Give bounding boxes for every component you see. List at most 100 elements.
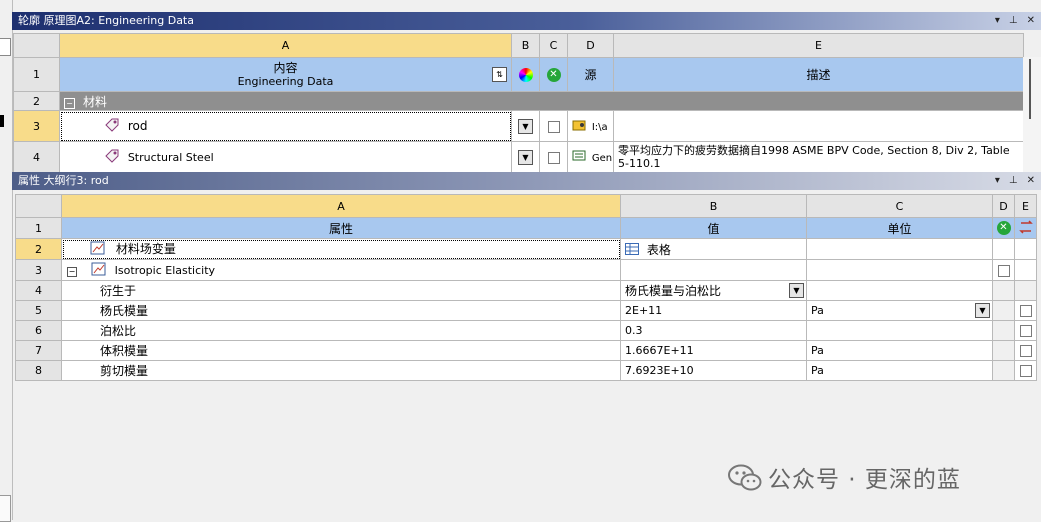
value-text: 7.6923E+10 bbox=[620, 360, 807, 381]
close-icon[interactable]: ✕ bbox=[1027, 172, 1035, 190]
e-cell bbox=[1014, 280, 1037, 301]
d-cell bbox=[992, 300, 1015, 321]
column-header-d[interactable]: D bbox=[992, 194, 1015, 218]
close-icon[interactable]: ✕ bbox=[1027, 12, 1035, 30]
property-header: 属性 bbox=[61, 217, 621, 239]
sort-icon[interactable]: ⇅ bbox=[492, 67, 507, 82]
material-tag-icon bbox=[104, 148, 120, 167]
collapse-icon[interactable]: − bbox=[64, 97, 75, 109]
property-name: 泊松比 bbox=[61, 320, 621, 341]
dropdown-arrow-icon[interactable]: ▼ bbox=[518, 149, 533, 165]
column-header-e[interactable]: E bbox=[613, 33, 1024, 58]
panel-menu-icon[interactable]: ▾ bbox=[995, 12, 1000, 30]
source-cell: Gen bbox=[567, 141, 614, 173]
pin-icon[interactable]: ⊥ bbox=[1009, 172, 1018, 190]
material-name-cell[interactable]: Structural Steel bbox=[59, 141, 512, 173]
row-number: 5 bbox=[15, 300, 62, 321]
unit-cell: Pa bbox=[806, 360, 993, 381]
column-header-a[interactable]: A bbox=[59, 33, 512, 58]
e-cell bbox=[1014, 259, 1037, 281]
description-header: 描述 bbox=[613, 57, 1024, 92]
content-header-cn: 内容 bbox=[273, 60, 298, 75]
property-name: 衍生于 bbox=[61, 280, 621, 301]
e-cell[interactable] bbox=[1014, 300, 1037, 321]
source-header: 源 bbox=[567, 57, 614, 92]
parameter-checkbox[interactable] bbox=[1019, 305, 1032, 317]
column-header-b[interactable]: B bbox=[511, 33, 540, 58]
row-number: 4 bbox=[15, 280, 62, 301]
d-cell[interactable] bbox=[992, 259, 1015, 281]
material-name: Structural Steel bbox=[127, 150, 214, 164]
material-tag-icon bbox=[104, 117, 120, 136]
value-text: 表格 bbox=[646, 242, 671, 257]
general-library-icon bbox=[572, 149, 588, 166]
dropdown-cell[interactable]: ▼ bbox=[511, 110, 540, 142]
parameter-checkbox[interactable] bbox=[1019, 345, 1032, 357]
checkbox-cell[interactable] bbox=[539, 141, 568, 173]
table-row[interactable]: 4 Structural Steel ▼ Gen 零平均应力下的疲劳数据摘自19… bbox=[13, 141, 1024, 173]
checkbox-cell[interactable] bbox=[539, 110, 568, 142]
left-edge-tab[interactable] bbox=[0, 38, 11, 56]
e-cell[interactable] bbox=[1014, 320, 1037, 341]
property-cell[interactable]: 材料场变量 bbox=[61, 238, 621, 260]
row-number: 6 bbox=[15, 320, 62, 341]
scrollbar-thumb[interactable] bbox=[1029, 59, 1031, 119]
left-edge-tab-bottom[interactable] bbox=[0, 495, 11, 522]
source-path: I:\a bbox=[591, 121, 608, 133]
suppress-checkbox[interactable] bbox=[547, 151, 560, 164]
table-row[interactable]: 4 衍生于 杨氏模量与泊松比 ▼ bbox=[15, 280, 1037, 301]
column-header-e[interactable]: E bbox=[1014, 194, 1037, 218]
table-row[interactable]: 8 剪切模量 7.6923E+10 Pa bbox=[15, 360, 1037, 381]
material-name-cell[interactable]: rod bbox=[59, 110, 512, 142]
table-icon bbox=[625, 242, 639, 258]
dropdown-cell[interactable]: ▼ bbox=[511, 141, 540, 173]
column-header-c[interactable]: C bbox=[806, 194, 993, 218]
materials-group-row[interactable]: − 材料 bbox=[59, 91, 1024, 111]
upper-scrollbar[interactable] bbox=[1023, 57, 1041, 173]
row-number: 1 bbox=[15, 217, 62, 239]
suppress-checkbox[interactable] bbox=[997, 264, 1010, 277]
property-name: 杨氏模量 bbox=[61, 300, 621, 321]
table-row[interactable]: 2 材料场变量 表格 bbox=[15, 238, 1037, 260]
row-number: 3 bbox=[13, 110, 60, 142]
unit-dropdown[interactable]: Pa ▼ bbox=[806, 300, 993, 321]
row-number: 7 bbox=[15, 340, 62, 361]
suppress-checkbox[interactable] bbox=[547, 120, 560, 133]
row-number: 4 bbox=[13, 141, 60, 173]
value-dropdown[interactable]: 杨氏模量与泊松比 ▼ bbox=[620, 280, 807, 301]
e-cell[interactable] bbox=[1014, 360, 1037, 381]
value-text: 杨氏模量与泊松比 bbox=[625, 284, 722, 298]
value-cell[interactable]: 表格 bbox=[620, 238, 807, 260]
watermark: 公众号 · 更深的蓝 bbox=[728, 460, 961, 498]
dropdown-arrow-icon[interactable]: ▼ bbox=[518, 118, 533, 134]
parameter-checkbox[interactable] bbox=[1019, 365, 1032, 377]
table-row[interactable]: 7 体积模量 1.6667E+11 Pa bbox=[15, 340, 1037, 361]
table-row[interactable]: 5 杨氏模量 2E+11 Pa ▼ bbox=[15, 300, 1037, 321]
value-input[interactable]: 2E+11 bbox=[620, 300, 807, 321]
property-name: 体积模量 bbox=[61, 340, 621, 361]
column-header-b[interactable]: B bbox=[620, 194, 807, 218]
unit-cell bbox=[806, 280, 993, 301]
e-cell[interactable] bbox=[1014, 340, 1037, 361]
refresh-icon bbox=[1018, 219, 1034, 237]
pin-icon[interactable]: ⊥ bbox=[1009, 12, 1018, 30]
value-input[interactable]: 0.3 bbox=[620, 320, 807, 341]
d-cell bbox=[992, 280, 1015, 301]
column-header-a[interactable]: A bbox=[61, 194, 621, 218]
table-row[interactable]: 6 泊松比 0.3 bbox=[15, 320, 1037, 341]
parameter-checkbox[interactable] bbox=[1019, 325, 1032, 337]
panel-menu-icon[interactable]: ▾ bbox=[995, 172, 1000, 190]
collapse-icon[interactable]: − bbox=[67, 266, 77, 277]
lower-panel-title: 属性 大纲行3: rod bbox=[18, 174, 109, 187]
property-cell[interactable]: − Isotropic Elasticity bbox=[61, 259, 621, 281]
dropdown-arrow-icon[interactable]: ▼ bbox=[975, 303, 990, 318]
column-header-d[interactable]: D bbox=[567, 33, 614, 58]
d-cell bbox=[992, 360, 1015, 381]
refresh-header bbox=[1014, 217, 1037, 239]
table-row[interactable]: 3 − Isotropic Elasticity bbox=[15, 259, 1037, 281]
unit-cell: Pa bbox=[806, 340, 993, 361]
unit-cell bbox=[806, 238, 993, 260]
column-header-c[interactable]: C bbox=[539, 33, 568, 58]
table-row[interactable]: 3 rod ▼ I:\a bbox=[13, 110, 1024, 142]
dropdown-arrow-icon[interactable]: ▼ bbox=[789, 283, 804, 298]
